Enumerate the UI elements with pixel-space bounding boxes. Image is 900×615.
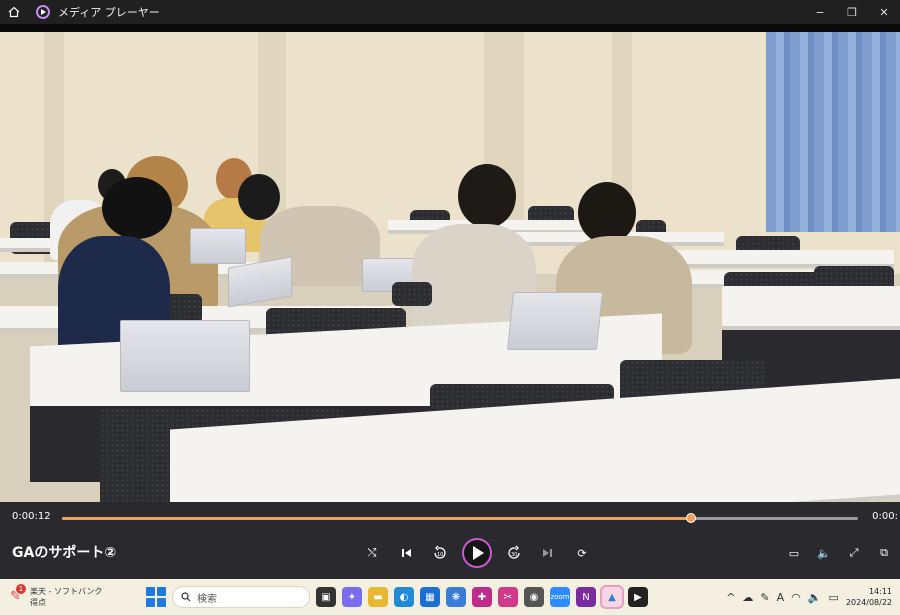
rewind-icon: 10 xyxy=(434,545,446,559)
media-player-window: メディア プレーヤー − ❐ ✕ 0:00:12 0:00: GAのサポート② … xyxy=(0,0,900,615)
home-button[interactable] xyxy=(0,0,28,24)
play-button[interactable] xyxy=(462,538,492,568)
media-player-logo-icon xyxy=(36,5,50,19)
taskbar: 1 ✎ 楽天 - ソフトバンク 得点 検索 ▣ ✦ ▬ ◐ ▦ ❋ ✚ ✂ ◉ zoom N ▲ ▶ ^… xyxy=(0,579,900,615)
curtain xyxy=(766,32,900,232)
taskbar-app-copilot[interactable]: ✦ xyxy=(342,587,362,607)
taskbar-app-slack[interactable]: ✚ xyxy=(472,587,492,607)
pen-icon[interactable]: ✎ xyxy=(760,591,769,604)
widget-line2: 得点 xyxy=(30,598,46,607)
forward-label: 30 xyxy=(511,552,517,558)
maximize-button[interactable]: ❐ xyxy=(836,0,868,24)
search-box[interactable]: 検索 xyxy=(172,586,310,608)
subtitles-button[interactable]: ▭ xyxy=(782,541,806,565)
video-frame xyxy=(0,24,900,579)
chevron-up-icon[interactable]: ^ xyxy=(726,591,735,604)
wifi-icon[interactable]: ◠ xyxy=(791,591,801,604)
search-placeholder: 検索 xyxy=(197,593,217,605)
taskbar-app-snip[interactable]: ✂ xyxy=(498,587,518,607)
notification-badge: 1 xyxy=(16,584,26,594)
cloud-icon[interactable]: ☁ xyxy=(742,591,753,604)
playback-controls: ⤭ 10 30 ⟳ xyxy=(360,538,594,568)
taskbar-app-photos-app[interactable]: ▲ xyxy=(600,585,624,609)
forward-30-button[interactable]: 30 xyxy=(502,541,526,565)
previous-icon xyxy=(402,549,411,557)
seek-bar-thumb[interactable] xyxy=(685,513,696,523)
current-time: 0:00:12 xyxy=(12,511,51,522)
minimize-button[interactable]: − xyxy=(804,0,836,24)
taskbar-app-photos[interactable]: ❋ xyxy=(446,587,466,607)
video-surface[interactable]: 0:00:12 0:00: GAのサポート② ⤭ 10 30 ⟳ ▭ 🔈 ⤢ ⧉ xyxy=(0,24,900,579)
speaker-icon[interactable]: 🔈 xyxy=(808,591,822,604)
fullscreen-button[interactable]: ⤢ xyxy=(842,541,866,565)
forward-icon: 30 xyxy=(508,545,520,559)
home-icon xyxy=(8,6,20,18)
window-title: メディア プレーヤー xyxy=(58,6,160,19)
miniplayer-icon: ⧉ xyxy=(880,546,888,559)
rewind-label: 10 xyxy=(437,552,443,558)
rewind-10-button[interactable]: 10 xyxy=(428,541,452,565)
volume-button[interactable]: 🔈 xyxy=(812,541,836,565)
previous-button[interactable] xyxy=(394,541,418,565)
fullscreen-icon: ⤢ xyxy=(849,546,859,559)
input-indicator[interactable]: A xyxy=(777,591,785,604)
widget-line1: 楽天 - ソフトバンク xyxy=(30,587,103,596)
subtitles-icon: ▭ xyxy=(788,546,800,560)
total-time: 0:00: xyxy=(872,511,898,522)
repeat-icon: ⟳ xyxy=(577,546,587,560)
taskbar-app-media-player[interactable]: ▶ xyxy=(628,587,648,607)
shuffle-icon: ⤭ xyxy=(367,546,377,559)
title-bar: メディア プレーヤー − ❐ ✕ xyxy=(0,0,900,24)
widgets-button[interactable]: 1 ✎ 楽天 - ソフトバンク 得点 xyxy=(6,582,116,612)
seek-bar[interactable] xyxy=(62,513,858,523)
repeat-button[interactable]: ⟳ xyxy=(570,541,594,565)
taskbar-app-zoom[interactable]: zoom xyxy=(550,587,570,607)
clock[interactable]: 14:11 2024/08/22 xyxy=(846,586,892,608)
next-button[interactable] xyxy=(536,541,560,565)
taskbar-apps: 検索 ▣ ✦ ▬ ◐ ▦ ❋ ✚ ✂ ◉ zoom N ▲ ▶ xyxy=(146,583,648,611)
video-title: GAのサポート② xyxy=(12,545,117,561)
volume-icon: 🔈 xyxy=(817,546,831,560)
taskbar-app-camera[interactable]: ◉ xyxy=(524,587,544,607)
system-tray: ^ ☁ ✎ A ◠ 🔈 ▭ 14:11 2024/08/22 xyxy=(726,583,892,611)
start-button[interactable] xyxy=(146,587,166,607)
taskbar-app-onenote[interactable]: N xyxy=(576,587,596,607)
seek-bar-progress xyxy=(62,517,691,520)
miniplayer-button[interactable]: ⧉ xyxy=(872,541,896,565)
close-button[interactable]: ✕ xyxy=(868,0,900,24)
battery-icon[interactable]: ▭ xyxy=(828,591,838,604)
clock-time: 14:11 xyxy=(868,587,892,596)
taskbar-app-edge[interactable]: ◐ xyxy=(394,587,414,607)
seek-row: 0:00:12 0:00: xyxy=(0,510,900,526)
widget-text: 楽天 - ソフトバンク 得点 xyxy=(30,586,102,608)
taskbar-app-file-explorer[interactable]: ▬ xyxy=(368,587,388,607)
clock-date: 2024/08/22 xyxy=(845,598,892,607)
taskbar-app-store[interactable]: ▦ xyxy=(420,587,440,607)
control-bar: GAのサポート② ⤭ 10 30 ⟳ ▭ 🔈 ⤢ ⧉ xyxy=(0,538,900,568)
taskbar-app-task-view[interactable]: ▣ xyxy=(316,587,336,607)
next-icon xyxy=(543,549,552,557)
right-controls: ▭ 🔈 ⤢ ⧉ xyxy=(782,541,896,565)
shuffle-button[interactable]: ⤭ xyxy=(360,541,384,565)
search-icon xyxy=(181,592,191,602)
